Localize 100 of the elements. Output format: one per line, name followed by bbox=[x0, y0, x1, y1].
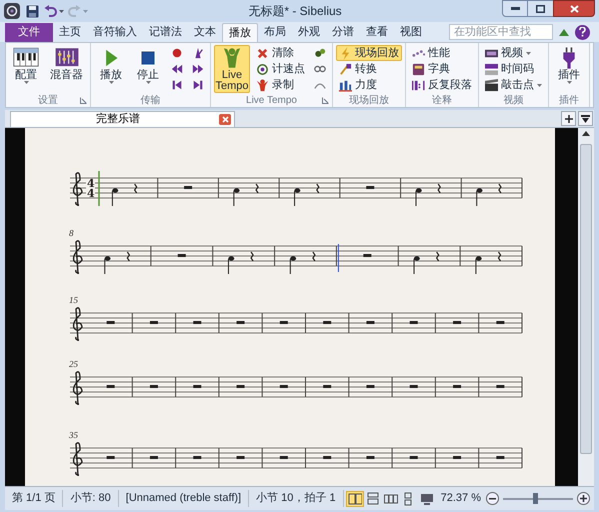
cross-icon bbox=[256, 46, 269, 60]
ribbon-tab[interactable]: 主页 bbox=[53, 23, 87, 42]
maximize-button[interactable] bbox=[528, 0, 553, 17]
help-button[interactable] bbox=[575, 24, 590, 40]
ribbon-tab[interactable]: 文本 bbox=[188, 23, 222, 42]
caret-icon bbox=[537, 84, 542, 86]
plus-icon bbox=[580, 495, 587, 502]
ribbon-tab[interactable]: 音符输入 bbox=[87, 23, 143, 42]
repeat-bars-icon bbox=[412, 78, 425, 92]
save-button[interactable] bbox=[24, 3, 40, 19]
plus-icon bbox=[564, 114, 572, 122]
two-page-icon bbox=[348, 492, 362, 506]
clapper-icon bbox=[485, 78, 498, 92]
group-label: 现场回放 bbox=[349, 94, 389, 106]
close-button[interactable] bbox=[553, 0, 595, 17]
corner-arrow-icon bbox=[322, 96, 328, 104]
add-tab-button[interactable] bbox=[561, 111, 576, 126]
ribbon-button[interactable]: 力度 bbox=[336, 77, 402, 93]
zoom-level: 72.37 % bbox=[440, 491, 482, 506]
undo-button[interactable] bbox=[44, 3, 64, 19]
ribbon-button[interactable]: 配置 bbox=[9, 45, 43, 93]
document-tab-label: 完整乐谱 bbox=[96, 112, 140, 128]
caret-icon bbox=[59, 10, 64, 12]
lightning-icon bbox=[339, 46, 352, 60]
measure-number: 8 bbox=[69, 228, 74, 238]
save-icon bbox=[26, 4, 38, 18]
selection-line bbox=[338, 244, 339, 272]
group-label: 诠释 bbox=[432, 94, 452, 106]
group-label: 视频 bbox=[504, 94, 524, 106]
ribbon-tab[interactable]: 记谱法 bbox=[143, 23, 188, 42]
ribbon-button[interactable]: 现场回放 bbox=[336, 45, 402, 61]
ribbon-tab[interactable]: 查看 bbox=[360, 23, 394, 42]
caret-icon bbox=[526, 52, 531, 54]
ribbon-button[interactable]: 清除 bbox=[253, 45, 308, 61]
ribbon-button[interactable]: 视频 bbox=[482, 45, 545, 61]
ribbon-tab[interactable]: 布局 bbox=[258, 23, 292, 42]
scroll-up-icon bbox=[582, 131, 590, 136]
status-field: 小节: 80 bbox=[63, 490, 119, 507]
dialog-launcher-button[interactable] bbox=[79, 96, 87, 104]
record-icon bbox=[171, 47, 183, 59]
app-menu-button[interactable] bbox=[4, 3, 20, 19]
ribbon-button[interactable]: 录制 bbox=[253, 77, 308, 93]
view-button[interactable] bbox=[346, 490, 364, 506]
dots-icon bbox=[314, 47, 326, 59]
caret-icon bbox=[24, 81, 28, 84]
group-label: 设置 bbox=[38, 94, 58, 106]
tab-list-button[interactable] bbox=[578, 111, 593, 126]
ribbon-search-field[interactable]: 在功能区中查找 bbox=[449, 24, 553, 40]
document-tab[interactable]: 完整乐谱 bbox=[10, 111, 235, 127]
ribbon-button[interactable]: 停止 bbox=[131, 45, 165, 93]
zoom-slider-track[interactable] bbox=[503, 492, 573, 504]
monitor-icon bbox=[420, 492, 434, 506]
slider-thumb[interactable] bbox=[532, 492, 538, 504]
close-tab-button[interactable] bbox=[219, 114, 231, 125]
close-icon bbox=[570, 4, 578, 12]
vertical-scrollbar[interactable] bbox=[578, 128, 594, 486]
ribbon-button[interactable]: Live Tempo bbox=[214, 45, 250, 93]
ribbon-button[interactable]: 反复段落 bbox=[409, 77, 475, 93]
ribbon-button[interactable]: 混音器 bbox=[46, 45, 87, 93]
time-signature-bottom: 4 bbox=[87, 187, 95, 200]
ribbon-button[interactable]: 转换 bbox=[336, 61, 402, 77]
ribbon-button[interactable]: 敲击点 bbox=[482, 77, 545, 93]
measure-number: 35 bbox=[69, 430, 78, 440]
bar-chart-icon bbox=[339, 78, 352, 92]
window-title: 无标题* - Sibelius bbox=[248, 3, 342, 20]
caret-icon bbox=[108, 81, 114, 84]
status-field: 第 1/1 页 bbox=[5, 490, 64, 507]
ribbon-button[interactable]: 计速点 bbox=[253, 61, 308, 77]
caret-icon bbox=[146, 81, 150, 84]
menu-icon bbox=[581, 114, 590, 122]
ribbon-tab[interactable]: 外观 bbox=[292, 23, 326, 42]
figure-icon bbox=[256, 78, 269, 92]
rewind-icon bbox=[171, 63, 183, 75]
group-label: 传输 bbox=[140, 94, 160, 106]
group-label: Live Tempo bbox=[246, 94, 297, 106]
redo-icon bbox=[68, 5, 81, 17]
ribbon-button[interactable]: 时间码 bbox=[482, 61, 545, 77]
ribbon-button[interactable]: 播放 bbox=[94, 45, 128, 93]
ribbon-tab[interactable]: 视图 bbox=[394, 23, 428, 42]
ribbon-button[interactable]: 插件 bbox=[552, 45, 586, 93]
triangle-up-icon bbox=[559, 28, 569, 36]
target-icon bbox=[256, 62, 269, 76]
ribbon-tab[interactable]: 分谱 bbox=[326, 23, 360, 42]
measure-number: 25 bbox=[69, 359, 78, 369]
zoom-out-button[interactable] bbox=[486, 492, 499, 505]
ribbon-button[interactable]: 性能 bbox=[409, 45, 475, 61]
caret-icon bbox=[83, 10, 88, 12]
time-signature-top: 4 bbox=[87, 177, 95, 190]
ribbon-tab[interactable]: 播放 bbox=[222, 23, 258, 42]
zoom-in-button[interactable] bbox=[577, 492, 590, 505]
group-label: 插件 bbox=[559, 94, 579, 106]
measure-number: 15 bbox=[69, 295, 78, 305]
file-tab[interactable]: 文件 bbox=[5, 23, 53, 42]
status-field: 小节 10，拍子 1 bbox=[249, 490, 344, 507]
ribbon-button[interactable]: 字典 bbox=[409, 61, 475, 77]
skip-end-icon bbox=[192, 79, 204, 91]
corner-arrow-icon bbox=[80, 96, 86, 104]
minimize-button[interactable] bbox=[502, 0, 528, 17]
skip-start-icon bbox=[171, 79, 183, 91]
dialog-launcher-button[interactable] bbox=[321, 96, 329, 104]
